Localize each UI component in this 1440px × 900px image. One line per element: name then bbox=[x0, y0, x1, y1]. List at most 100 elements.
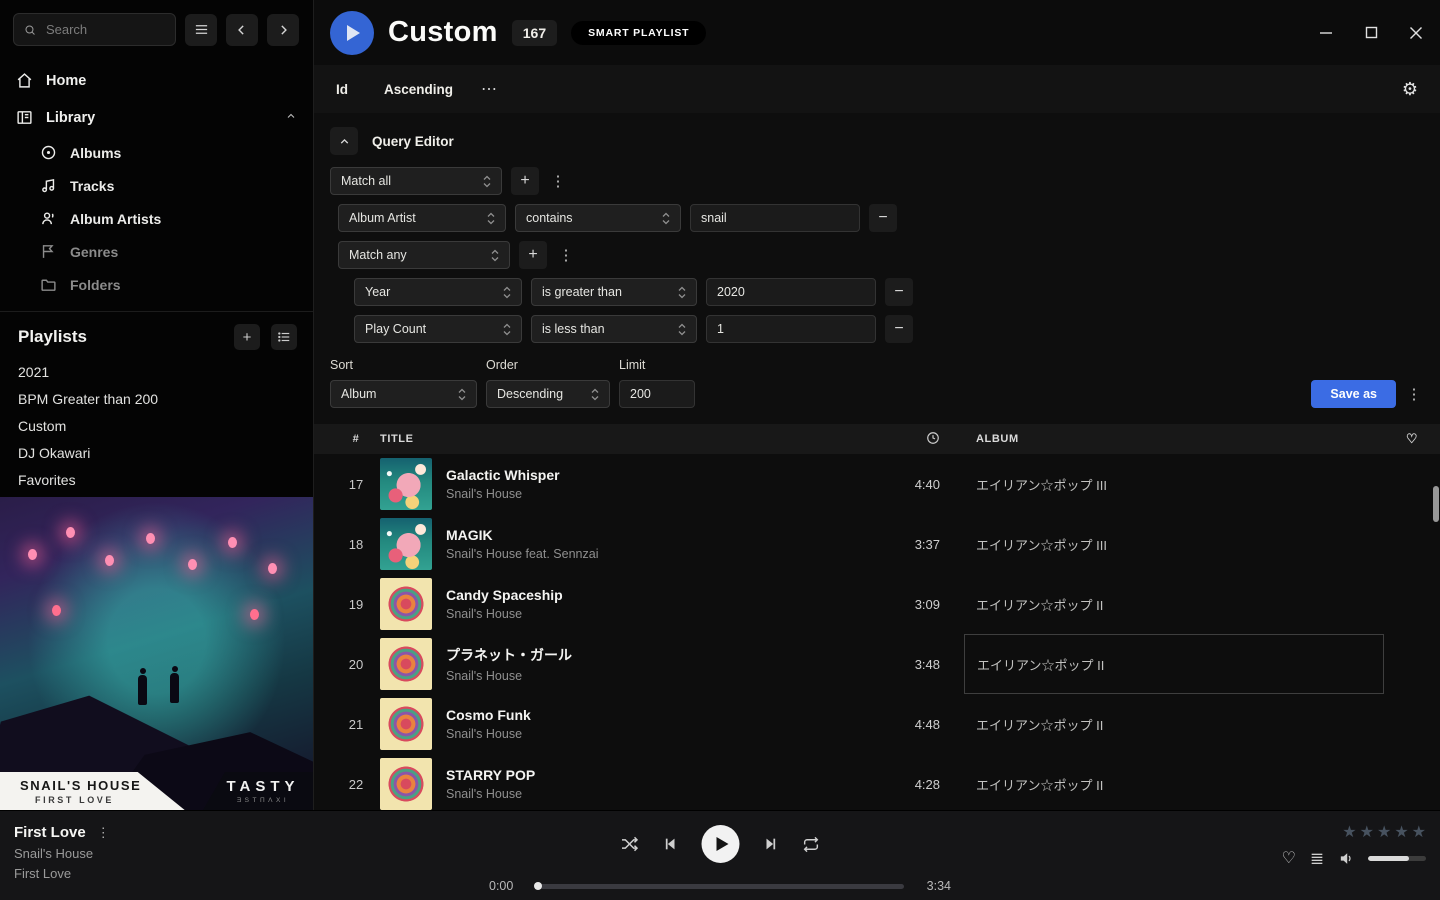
play-pause-button[interactable] bbox=[702, 825, 740, 863]
search-icon bbox=[24, 23, 36, 37]
column-header-album[interactable]: ALBUM bbox=[964, 433, 1384, 445]
close-icon bbox=[1409, 26, 1423, 40]
star-icon[interactable]: ★ bbox=[1394, 825, 1408, 841]
gear-icon[interactable]: ⚙ bbox=[1402, 80, 1418, 98]
save-options-button[interactable]: ⋮ bbox=[1404, 380, 1424, 408]
order-label: Order bbox=[486, 358, 610, 372]
now-playing-artwork[interactable]: SNAIL'S HOUSE FIRST LOVE TASTY ƎSTΠΛXI bbox=[0, 497, 313, 810]
add-playlist-button[interactable]: + bbox=[234, 324, 260, 350]
minimize-button[interactable] bbox=[1318, 25, 1334, 41]
sort-field-control[interactable]: Id bbox=[336, 82, 348, 97]
search-input[interactable] bbox=[44, 21, 165, 38]
window-controls bbox=[1318, 0, 1424, 65]
playlist-list-button[interactable] bbox=[271, 324, 297, 350]
now-playing-options-button[interactable]: ⋮ bbox=[97, 825, 110, 841]
next-track-button[interactable] bbox=[763, 836, 779, 852]
rule-value-input[interactable] bbox=[706, 315, 876, 343]
sidebar-item-albums[interactable]: Albums bbox=[0, 136, 313, 169]
playlist-item[interactable]: BPM Greater than 200 bbox=[18, 385, 297, 412]
playlist-item[interactable]: Favorites bbox=[18, 466, 297, 493]
close-button[interactable] bbox=[1408, 25, 1424, 41]
table-header: # TITLE ALBUM ♡ bbox=[314, 424, 1440, 454]
seek-slider[interactable] bbox=[536, 884, 904, 889]
rule-operator-select[interactable]: is less than bbox=[531, 315, 697, 343]
artwork-figure bbox=[138, 675, 147, 705]
volume-button[interactable] bbox=[1338, 850, 1355, 867]
collapse-chevron-icon[interactable] bbox=[285, 110, 297, 126]
maximize-button[interactable] bbox=[1363, 25, 1379, 41]
playlist-item[interactable]: DJ Okawari bbox=[18, 439, 297, 466]
add-rule-button[interactable]: + bbox=[519, 241, 547, 269]
previous-track-button[interactable] bbox=[663, 836, 679, 852]
star-icon[interactable]: ★ bbox=[1412, 825, 1426, 841]
smart-playlist-badge: SMART PLAYLIST bbox=[571, 21, 706, 45]
star-icon[interactable]: ★ bbox=[1342, 825, 1356, 841]
table-row[interactable]: 18 MAGIKSnail's House feat. Sennzai 3:37… bbox=[314, 514, 1440, 574]
rule-value-input[interactable] bbox=[690, 204, 860, 232]
queue-button[interactable] bbox=[1309, 851, 1325, 867]
sidebar-item-folders[interactable]: Folders bbox=[0, 268, 313, 301]
menu-button[interactable] bbox=[185, 14, 217, 46]
back-button[interactable] bbox=[226, 14, 258, 46]
sidebar-item-genres[interactable]: Genres bbox=[0, 235, 313, 268]
playlist-item[interactable]: Custom bbox=[18, 412, 297, 439]
play-playlist-button[interactable] bbox=[330, 11, 374, 55]
star-icon[interactable]: ★ bbox=[1377, 825, 1391, 841]
table-row[interactable]: 21 Cosmo FunkSnail's House 4:48 エイリアン☆ポッ… bbox=[314, 694, 1440, 754]
limit-input[interactable] bbox=[619, 380, 695, 408]
remove-rule-button[interactable]: − bbox=[885, 315, 913, 343]
rule-operator-select[interactable]: is greater than bbox=[531, 278, 697, 306]
table-row[interactable]: 20 プラネット・ガールSnail's House 3:48 エイリアン☆ポップ… bbox=[314, 634, 1440, 694]
remove-rule-button[interactable]: − bbox=[869, 204, 897, 232]
forward-button[interactable] bbox=[267, 14, 299, 46]
repeat-button[interactable] bbox=[802, 835, 821, 854]
rule-field-select[interactable]: Year bbox=[354, 278, 522, 306]
artwork-lantern bbox=[268, 563, 277, 574]
save-as-button[interactable]: Save as bbox=[1311, 380, 1396, 408]
add-rule-button[interactable]: + bbox=[511, 167, 539, 195]
chevron-right-icon bbox=[276, 23, 290, 37]
column-header-index[interactable]: # bbox=[332, 433, 380, 445]
rule-field-select[interactable]: Album Artist bbox=[338, 204, 506, 232]
order-select[interactable]: Descending bbox=[486, 380, 610, 408]
top-region: Home Library Albums Tracks bbox=[0, 0, 1440, 810]
sidebar-item-album-artists[interactable]: Album Artists bbox=[0, 202, 313, 235]
sidebar-item-tracks[interactable]: Tracks bbox=[0, 169, 313, 202]
star-icon[interactable]: ★ bbox=[1360, 825, 1374, 841]
column-header-title[interactable]: TITLE bbox=[380, 433, 874, 445]
table-row[interactable]: 22 STARRY POPSnail's House 4:28 エイリアン☆ポッ… bbox=[314, 754, 1440, 810]
scrollbar-thumb[interactable] bbox=[1433, 486, 1439, 522]
more-options-button[interactable]: ⋯ bbox=[481, 79, 499, 99]
sidebar-item-home[interactable]: Home bbox=[0, 62, 313, 99]
sort-direction-control[interactable]: Ascending bbox=[384, 82, 453, 97]
query-editor-title: Query Editor bbox=[372, 134, 454, 149]
shuffle-button[interactable] bbox=[620, 834, 640, 854]
rule-value-input[interactable] bbox=[706, 278, 876, 306]
rule-operator-select[interactable]: contains bbox=[515, 204, 681, 232]
rule-field-select[interactable]: Play Count bbox=[354, 315, 522, 343]
group-options-button[interactable]: ⋮ bbox=[556, 241, 576, 269]
match-type-select[interactable]: Match any bbox=[338, 241, 510, 269]
track-cell-title: Candy SpaceshipSnail's House bbox=[446, 587, 874, 621]
collapse-query-editor-button[interactable] bbox=[330, 127, 358, 155]
playlist-item[interactable]: 2021 bbox=[18, 358, 297, 385]
track-number: 17 bbox=[332, 477, 380, 492]
table-row[interactable]: 19 Candy SpaceshipSnail's House 3:09 エイリ… bbox=[314, 574, 1440, 634]
remove-rule-button[interactable]: − bbox=[885, 278, 913, 306]
column-header-duration[interactable] bbox=[874, 431, 964, 448]
home-icon bbox=[16, 72, 33, 89]
select-chevrons-icon bbox=[503, 323, 511, 336]
table-row[interactable]: 17 Galactic WhisperSnail's House 4:40 エイ… bbox=[314, 454, 1440, 514]
sidebar-item-library[interactable]: Library bbox=[0, 99, 313, 136]
group-options-button[interactable]: ⋮ bbox=[548, 167, 568, 195]
sort-label: Sort bbox=[330, 358, 477, 372]
seek-handle[interactable] bbox=[534, 882, 542, 890]
volume-slider[interactable] bbox=[1368, 856, 1426, 861]
track-duration: 3:37 bbox=[874, 537, 964, 552]
track-album-focused-cell[interactable]: エイリアン☆ポップ II bbox=[964, 634, 1384, 694]
favorite-button[interactable]: ♡ bbox=[1282, 851, 1296, 867]
track-cell-title: Galactic WhisperSnail's House bbox=[446, 467, 874, 501]
match-type-select[interactable]: Match all bbox=[330, 167, 502, 195]
sort-select[interactable]: Album bbox=[330, 380, 477, 408]
heart-icon[interactable]: ♡ bbox=[1384, 431, 1440, 447]
